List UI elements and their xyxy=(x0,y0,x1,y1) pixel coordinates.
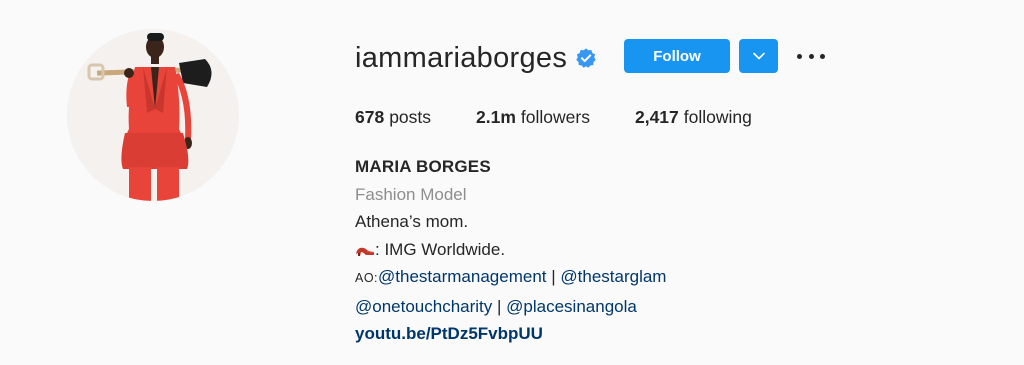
bio-separator: | xyxy=(546,267,561,286)
stat-following-label: following xyxy=(683,107,752,127)
profile-website-link[interactable]: youtu.be/PtDz5FvbpUU xyxy=(355,320,666,348)
bio-line-1: Athena’s mom. xyxy=(355,212,469,231)
stat-posts-value: 678 xyxy=(355,107,385,127)
bio-line-3: AO:@thestarmanagement | @thestarglam xyxy=(355,263,666,293)
dot-icon xyxy=(797,53,802,59)
dot-icon xyxy=(820,53,825,59)
bio-separator: | xyxy=(492,296,507,316)
stat-followers[interactable]: 2.1m followers xyxy=(476,107,590,128)
profile-avatar[interactable] xyxy=(67,29,239,201)
avatar-image xyxy=(67,29,239,201)
profile-full-name: MARIA BORGES xyxy=(355,157,491,176)
follow-button[interactable]: Follow xyxy=(624,39,730,73)
suggested-accounts-dropdown-button[interactable] xyxy=(739,39,778,73)
mention-placesinangola[interactable]: @placesinangola xyxy=(506,297,637,316)
bio-line-4: @onetouchcharity | @placesinangola xyxy=(355,293,666,321)
profile-category: Fashion Model xyxy=(355,184,467,204)
stat-following[interactable]: 2,417 following xyxy=(635,107,752,128)
dot-icon xyxy=(808,53,814,59)
stat-following-value: 2,417 xyxy=(634,107,679,127)
more-options-button[interactable] xyxy=(797,46,825,66)
profile-stats: 678 posts 2.1m followers 2,417 following xyxy=(355,107,797,128)
bio-line-2: : IMG Worldwide. xyxy=(355,236,666,264)
high-heel-icon xyxy=(356,247,374,256)
mention-onetouchcharity[interactable]: @onetouchcharity xyxy=(355,297,492,316)
stat-posts-label: posts xyxy=(389,107,432,127)
profile-username: iammariaborges xyxy=(355,41,568,74)
bio-line-2-text: : IMG Worldwide. xyxy=(375,239,506,259)
profile-bio: MARIA BORGES Fashion Model Athena’s mom.… xyxy=(355,153,666,348)
stat-posts[interactable]: 678 posts xyxy=(355,107,431,128)
chevron-down-icon xyxy=(752,52,765,60)
mention-thestarglam[interactable]: @thestarglam xyxy=(560,267,666,286)
profile-header: iammariaborges xyxy=(355,38,597,78)
mention-thestarmanagement[interactable]: @thestarmanagement xyxy=(378,267,546,286)
stat-followers-value: 2.1m xyxy=(476,107,516,127)
bio-ao-prefix: AO: xyxy=(355,271,379,285)
verified-badge-icon xyxy=(576,48,596,68)
stat-followers-label: followers xyxy=(520,107,590,127)
